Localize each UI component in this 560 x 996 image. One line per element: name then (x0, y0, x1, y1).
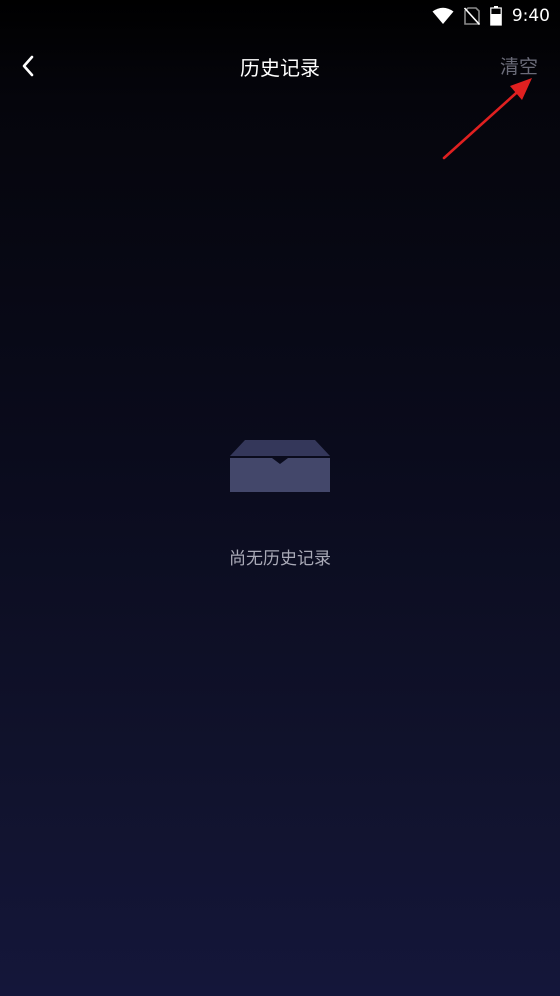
status-bar: 9:40 (0, 0, 560, 32)
empty-tray-icon (230, 440, 330, 492)
empty-state: 尚无历史记录 (0, 436, 560, 569)
wifi-icon (432, 7, 454, 25)
battery-icon (490, 6, 502, 26)
no-sim-icon (463, 7, 480, 25)
empty-message: 尚无历史记录 (229, 549, 331, 569)
annotation-arrow (442, 78, 532, 160)
status-time: 9:40 (511, 6, 550, 26)
